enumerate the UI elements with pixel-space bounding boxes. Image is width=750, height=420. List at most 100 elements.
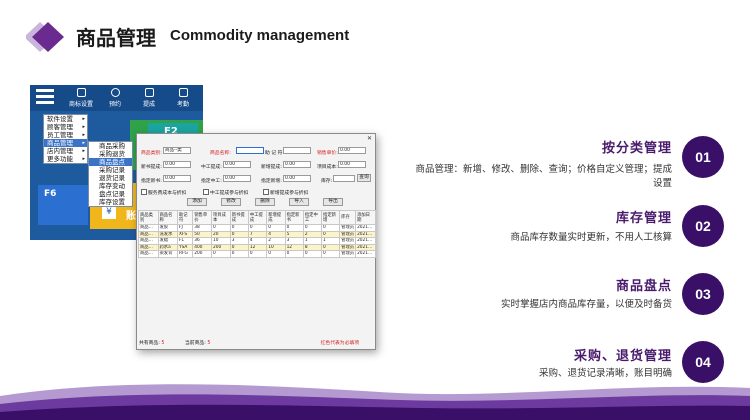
total-count: 共有商品: 5 xyxy=(139,341,165,346)
table-cell: 管理员 xyxy=(339,250,357,258)
stock-input[interactable] xyxy=(333,175,355,182)
mid-input[interactable]: 0.00 xyxy=(223,161,251,168)
table-header[interactable]: 库存 xyxy=(339,210,357,225)
menu-item-1[interactable]: 顾客管理 ▸ xyxy=(44,123,87,131)
query-button[interactable]: 查询 xyxy=(357,174,371,182)
submenu-item-7[interactable]: 库存设置 xyxy=(89,198,132,206)
table-header[interactable]: 指定新增 xyxy=(321,210,341,225)
menu-item-5[interactable]: 更多功能 ▸ xyxy=(44,155,87,163)
calendar-icon xyxy=(178,88,188,97)
feature-number-2: 02 xyxy=(682,205,724,247)
table-header[interactable]: 新书提成 xyxy=(229,210,249,225)
table-cell: 管理员 xyxy=(339,230,357,238)
purchase-input[interactable]: 0.00 xyxy=(163,161,191,168)
menu-item-0[interactable]: 软件设置 ▸ xyxy=(44,115,87,123)
feature-title-1: 按分类管理 xyxy=(601,141,672,156)
table-header[interactable]: 项目成本 xyxy=(211,210,231,225)
table-header[interactable]: 指定中工 xyxy=(302,210,323,225)
toolbar-button-commission[interactable]: 提成 xyxy=(134,88,164,108)
submenu-item-5[interactable]: 库存变动 xyxy=(89,182,132,190)
bottom-wave-decoration xyxy=(0,384,750,420)
menu-item-4[interactable]: 店内管理 ▸ xyxy=(44,147,87,155)
diamond-logo-icon xyxy=(26,22,64,52)
mnemonic-label: 助 记 符: xyxy=(265,151,285,156)
current-count: 当前商品: 5 xyxy=(185,341,211,346)
export-button[interactable]: 导出 xyxy=(323,198,343,206)
toolbar-button-booking[interactable]: 预约 xyxy=(100,88,130,108)
mnemonic-input[interactable] xyxy=(283,147,311,154)
goods-table: 商品类别 商品名称 助记符 销售单价 项目成本 新书提成 中工提成 新增提成 指定新书 指定中工指… xyxy=(138,210,376,387)
yen-icon: ¥ xyxy=(102,205,116,219)
name-input[interactable] xyxy=(236,147,264,154)
category-select[interactable]: 商品--类 xyxy=(163,147,191,154)
mid-label: 中工提成: xyxy=(201,165,222,170)
table-cell: 管理员 xyxy=(339,237,357,245)
submenu-item-3[interactable]: 采购记录 xyxy=(89,166,132,174)
table-cell: 管理员 xyxy=(339,243,357,251)
menu-item-2[interactable]: 员工管理 ▸ xyxy=(44,131,87,139)
main-dropdown-menu: 软件设置 ▸ 顾客管理 ▸ 员工管理 ▸ 商品管理 ▸ 店内管理 ▸ 更多功能 ▸ xyxy=(43,114,88,164)
feature-desc-3: 实时掌握店内商品库存量，以便及时备货 xyxy=(500,299,672,310)
chevron-right-icon: ▸ xyxy=(82,116,85,122)
fixed-add-input[interactable]: 0.00 xyxy=(283,175,311,182)
submenu-item-1[interactable]: 采购退货 xyxy=(89,150,132,158)
table-header[interactable]: 助记符 xyxy=(176,210,194,225)
price-input[interactable]: 0.00 xyxy=(338,147,366,154)
chevron-right-icon: ▸ xyxy=(82,156,85,162)
table-header[interactable]: 指定新书 xyxy=(284,210,304,225)
newcard-label: 新增提成: xyxy=(261,165,282,170)
fixed-new-label: 指定新书: xyxy=(141,179,162,184)
cost-label: 项目成本: xyxy=(317,165,338,170)
price-label: 销售单价: xyxy=(317,151,338,156)
feature-title-2: 库存管理 xyxy=(615,211,672,226)
page-subtitle: Commodity management xyxy=(170,27,350,44)
feature-title-4: 采购、退货管理 xyxy=(573,349,672,364)
stock-label: 库存: xyxy=(321,179,333,184)
table-header[interactable]: 中工提成 xyxy=(247,210,268,225)
feature-number-3: 03 xyxy=(682,273,724,315)
menu-item-3[interactable]: 商品管理 ▸ xyxy=(44,139,87,147)
add-button[interactable]: 添加 xyxy=(187,198,207,206)
edit-button[interactable]: 修改 xyxy=(221,198,241,206)
toolbar-button-attendance[interactable]: 考勤 xyxy=(168,88,198,108)
toolbar-button-settings[interactable]: 商标设置 xyxy=(66,88,96,108)
cost-input[interactable]: 0.00 xyxy=(338,161,366,168)
chevron-right-icon: ▸ xyxy=(82,124,85,130)
category-label: 商品类别: xyxy=(141,151,162,156)
table-header[interactable]: 新增提成 xyxy=(266,210,286,225)
page-title: 商品管理 xyxy=(76,26,156,50)
fixed-mid-input[interactable]: 0.00 xyxy=(223,175,251,182)
checkbox-mid-commission[interactable]: 中工提成参与折扣 xyxy=(203,189,248,196)
fixed-new-input[interactable]: 0.00 xyxy=(163,175,191,182)
purchase-label: 新书提成: xyxy=(141,165,162,170)
submenu-item-4[interactable]: 退货记录 xyxy=(89,174,132,182)
chevron-right-icon: ▸ xyxy=(82,132,85,138)
goods-dialog: ✕ 商品类别: 商品--类 商品名称: 助 记 符: 销售单价: 0.00 新书… xyxy=(136,133,376,350)
table-header[interactable]: 销售单价 xyxy=(192,210,212,225)
feature-number-1: 01 xyxy=(682,136,724,178)
submenu-item-0[interactable]: 商品采购 xyxy=(89,142,132,150)
chevron-right-icon: ▸ xyxy=(82,148,85,154)
table-header[interactable]: 添加日期 xyxy=(355,210,376,225)
table-cell: 管理员 xyxy=(339,224,357,232)
hamburger-menu-icon[interactable] xyxy=(36,89,54,107)
checkbox-new-commission[interactable]: 新增提成参与折扣 xyxy=(263,189,308,196)
tile-f6[interactable]: F6 xyxy=(38,185,88,225)
required-note: 红色代表为必填项 xyxy=(320,341,359,346)
coins-icon xyxy=(144,88,154,97)
feature-title-3: 商品盘点 xyxy=(615,279,672,294)
fixed-mid-label: 指定中工: xyxy=(201,179,222,184)
feature-desc-2: 商品库存数量实时更新，不用人工核算 xyxy=(510,232,672,243)
close-icon[interactable]: ✕ xyxy=(367,135,372,142)
submenu-item-6[interactable]: 盘点记录 xyxy=(89,190,132,198)
newcard-input[interactable]: 0.00 xyxy=(283,161,311,168)
table-header[interactable]: 商品类别 xyxy=(138,210,159,225)
checkbox-service-fee[interactable]: 服务费成本与折扣 xyxy=(141,189,186,196)
delete-button[interactable]: 删除 xyxy=(255,198,275,206)
feature-desc-1: 商品管理：新增、修改、删除、查询；价格自定义管理；提成设置 xyxy=(415,164,672,189)
import-button[interactable]: 导入 xyxy=(289,198,309,206)
submenu-item-2[interactable]: 商品盘点 xyxy=(89,158,132,166)
table-header[interactable]: 商品名称 xyxy=(157,210,178,225)
gear-icon xyxy=(76,88,86,97)
submenu-goods: 商品采购 采购退货 商品盘点 采购记录 退货记录 库存变动 盘点记录 库存设置 xyxy=(88,141,133,207)
